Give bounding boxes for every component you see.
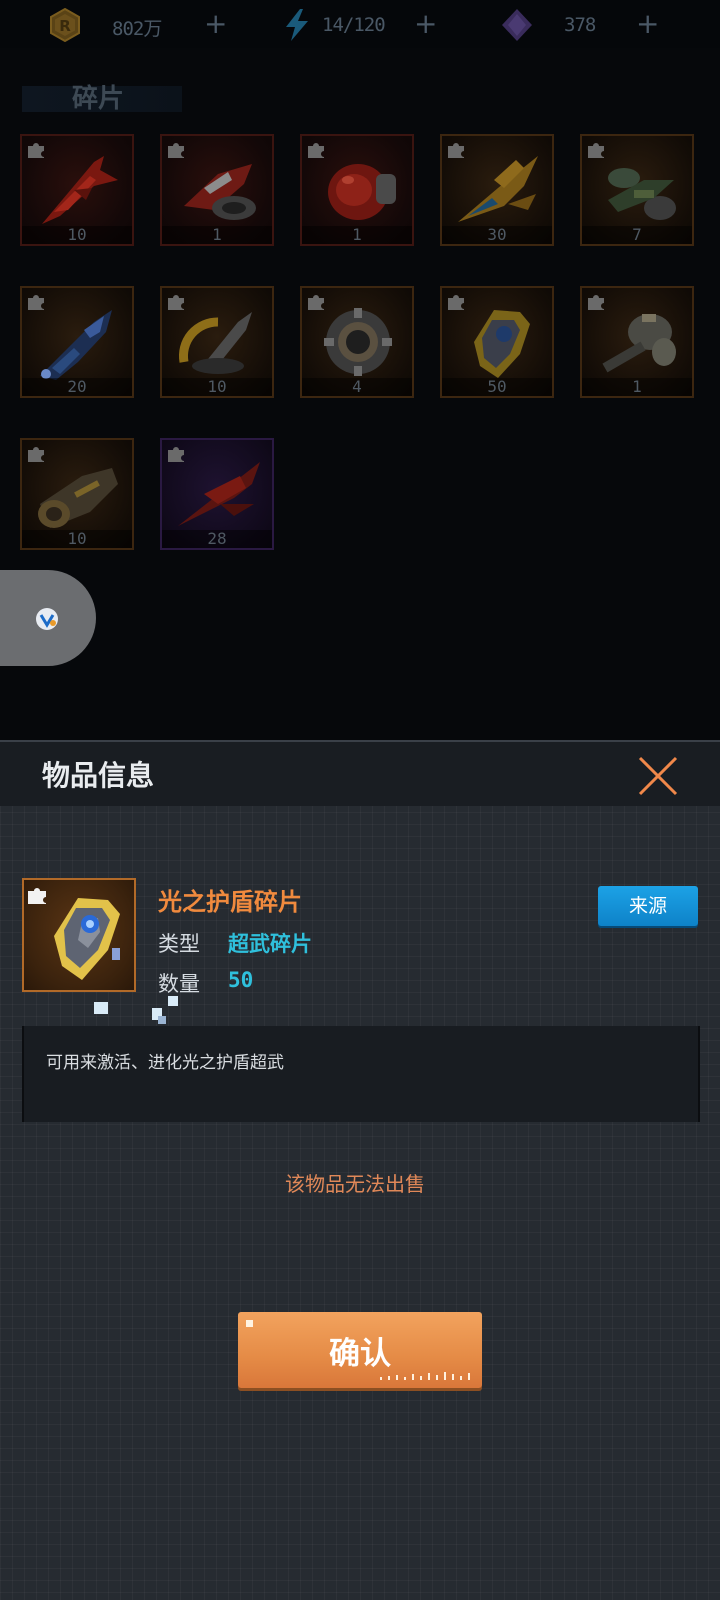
red-fighter-icon <box>42 156 118 224</box>
fragment-count: 50 <box>442 378 552 396</box>
fragment-card[interactable]: 10 <box>160 286 274 398</box>
fragment-card[interactable]: 10 <box>20 438 134 550</box>
confirm-button[interactable]: 确认 <box>238 1312 482 1388</box>
type-value: 超武碎片 <box>228 932 312 956</box>
fragment-count: 10 <box>22 226 132 244</box>
crystal-resource: 378 + <box>500 4 670 44</box>
add-crystal-button[interactable]: + <box>636 9 659 39</box>
item-icon <box>22 878 136 992</box>
fragment-count: 7 <box>582 226 692 244</box>
fragment-count: 1 <box>302 226 412 244</box>
panel-title: 物品信息 <box>42 759 155 792</box>
fragment-count: 4 <box>302 378 412 396</box>
type-label: 类型 <box>158 932 200 956</box>
confirm-button-label: 确认 <box>329 1336 391 1372</box>
lightning-icon <box>286 9 308 41</box>
add-gold-button[interactable]: + <box>204 9 227 39</box>
fragment-card[interactable]: 1 <box>580 286 694 398</box>
gold-engine-icon <box>38 468 118 528</box>
energy-resource: 14/120 + <box>280 4 450 44</box>
resource-bar: R 802万 + 14/120 + 378 + <box>0 0 720 48</box>
fragment-card[interactable]: 1 <box>300 134 414 246</box>
game-screen: R 802万 + 14/120 + 378 + 碎片 10 1 1 30 7 2… <box>0 0 720 1600</box>
gold-arc-cannon-icon <box>178 312 252 374</box>
floating-assist-ball[interactable] <box>0 570 96 666</box>
fragment-count: 28 <box>162 530 272 548</box>
fragment-card[interactable]: 7 <box>580 134 694 246</box>
fragment-count: 1 <box>582 378 692 396</box>
gold-value: 802万 <box>112 18 162 40</box>
green-gunship-icon <box>608 168 676 220</box>
cannot-sell-note: 该物品无法出售 <box>285 1172 425 1196</box>
button-corner-mark <box>246 1320 253 1327</box>
light-shield-icon <box>474 310 530 378</box>
grey-core-icon <box>324 308 392 376</box>
fragment-card[interactable]: 50 <box>440 286 554 398</box>
decor-square <box>168 996 178 1006</box>
quantity-value: 50 <box>228 968 254 992</box>
fragment-count: 10 <box>22 530 132 548</box>
light-shield-icon <box>54 898 120 980</box>
decor-square <box>94 1002 108 1014</box>
fragment-card[interactable]: 20 <box>20 286 134 398</box>
decor-square <box>158 1016 166 1024</box>
item-info-panel: 物品信息 光之护盾碎片 类型 超武碎片 数量 50 来源 可用来激活、进化光之护… <box>0 740 720 1600</box>
add-energy-button[interactable]: + <box>414 9 437 39</box>
fragments-tab[interactable]: 碎片 <box>22 84 182 114</box>
fragment-count: 20 <box>22 378 132 396</box>
fragment-card[interactable]: 28 <box>160 438 274 550</box>
crystal-value: 378 <box>564 14 596 36</box>
red-pod-icon <box>328 164 396 220</box>
panel-header: 物品信息 <box>0 740 720 806</box>
red-wing-fighter-icon <box>178 462 260 526</box>
gold-blue-jet-icon <box>458 156 538 222</box>
item-name: 光之护盾碎片 <box>158 888 302 916</box>
gold-coin-icon: R <box>50 8 80 42</box>
gatling-turret-icon <box>602 314 676 373</box>
gold-resource: R 802万 + <box>48 4 238 44</box>
item-description: 可用来激活、进化光之护盾超武 <box>46 1053 284 1073</box>
svg-text:R: R <box>59 17 71 35</box>
red-drone-icon <box>184 164 256 220</box>
fragment-count: 30 <box>442 226 552 244</box>
purple-crystal-icon <box>502 9 532 41</box>
assist-ball-icon <box>36 608 58 630</box>
description-box: 可用来激活、进化光之护盾超武 <box>22 1026 700 1122</box>
energy-value: 14/120 <box>322 14 386 36</box>
fragment-card[interactable]: 4 <box>300 286 414 398</box>
fragment-card[interactable]: 1 <box>160 134 274 246</box>
fragment-count: 1 <box>162 226 272 244</box>
quantity-label: 数量 <box>158 972 200 996</box>
source-button[interactable]: 来源 <box>598 886 698 926</box>
blue-cruiser-icon <box>40 310 112 380</box>
close-icon[interactable] <box>636 754 680 798</box>
fragment-card[interactable]: 10 <box>20 134 134 246</box>
fragments-tab-label: 碎片 <box>72 84 125 114</box>
fragment-card[interactable]: 30 <box>440 134 554 246</box>
fragment-count: 10 <box>162 378 272 396</box>
